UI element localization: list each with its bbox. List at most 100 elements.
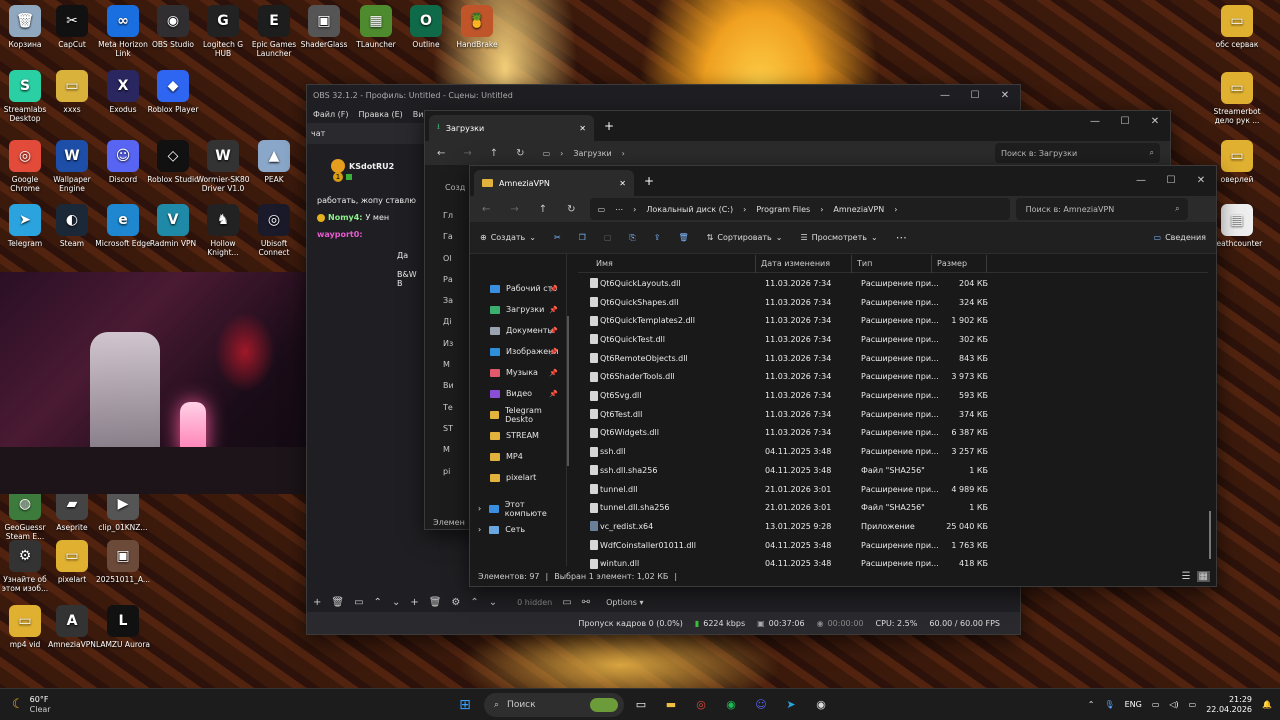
language-indicator[interactable]: ENG [1125, 700, 1142, 709]
add-source-icon[interactable]: + [410, 597, 418, 608]
col-type[interactable]: Тип [857, 259, 872, 268]
downloads-sidebar-item[interactable]: Га [443, 226, 454, 247]
start-icon[interactable]: ⊞ [454, 694, 476, 716]
desktop-icon-24[interactable]: ♞ Hollow Knight... [194, 204, 252, 257]
nav-item[interactable]: STREAM [470, 425, 566, 446]
source-up-icon[interactable]: ⌃ [470, 597, 478, 608]
forward-icon[interactable]: → [510, 204, 518, 215]
file-row[interactable]: Qt6QuickShapes.dll 11.03.2026 7:34 Расшире… [578, 293, 1208, 312]
nav-item[interactable]: Видео 📌 [470, 383, 566, 404]
gear-icon[interactable]: ⚙ [451, 597, 460, 608]
nav-item[interactable]: Рабочий сто 📌 [470, 278, 566, 299]
file-row[interactable]: Qt6Test.dll 11.03.2026 7:34 Расширение при… [578, 405, 1208, 424]
paste-icon[interactable]: ▢ [604, 233, 612, 242]
address-bar[interactable]: ▭ ⋯ › Локальный диск (C:) › Program Files › … [589, 198, 1010, 220]
file-row[interactable]: Qt6ShaderTools.dll 11.03.2026 7:34 Расшире… [578, 368, 1208, 387]
desktop-icon-35[interactable]: ▭ обс сервак [1208, 5, 1266, 49]
file-row[interactable]: vc_redist.x64 13.01.2025 9:28 Приложение 25… [578, 517, 1208, 536]
downloads-sidebar-item[interactable]: Те [443, 397, 454, 418]
filter-icon[interactable]: ▭ [354, 597, 363, 608]
desktop-icon-33[interactable]: A AmneziaVPN [43, 605, 101, 649]
menu-file[interactable]: Файл (F) [313, 110, 349, 119]
refresh-icon[interactable]: ↻ [567, 204, 575, 215]
file-row[interactable]: Qt6QuickTest.dll 11.03.2026 7:34 Расширени… [578, 330, 1208, 349]
back-icon[interactable]: ← [437, 148, 445, 159]
desktop-icon-28[interactable]: ▶ clip_01KNZ... [94, 488, 152, 532]
telegram-icon[interactable]: ➤ [780, 694, 802, 716]
nav-scrollbar[interactable] [567, 316, 569, 466]
nav-item[interactable]: Изображени 📌 [470, 341, 566, 362]
refresh-icon[interactable]: ↻ [516, 148, 524, 159]
desktop-icon-8[interactable]: O Outline [397, 5, 455, 49]
file-row[interactable]: WdfCoinstaller01011.dll 04.11.2025 3:48 Ра… [578, 536, 1208, 555]
pin-icon[interactable]: 📌 [549, 285, 558, 293]
maximize-icon[interactable]: ☐ [1110, 111, 1140, 131]
spotify-icon[interactable]: ◉ [720, 694, 742, 716]
remove-source-icon[interactable]: 🗑 [429, 597, 442, 608]
explorer-search[interactable]: Поиск в: AmneziaVPN ⌕ [1015, 198, 1188, 220]
new-tab-icon[interactable]: + [604, 119, 614, 133]
file-row[interactable]: Qt6RemoteObjects.dll 11.03.2026 7:34 Расши… [578, 349, 1208, 368]
obs-icon[interactable]: ◉ [810, 694, 832, 716]
chevron-right-icon[interactable]: › [478, 504, 481, 513]
desktop-icon-30[interactable]: ▭ pixelart [43, 540, 101, 584]
add-scene-icon[interactable]: + [313, 597, 321, 608]
taskbar-search[interactable]: ⌕ Поиск [484, 692, 624, 717]
file-row[interactable]: ssh.dll.sha256 04.11.2025 3:48 Файл "SHA25… [578, 461, 1208, 480]
up-icon[interactable]: ⌃ [374, 597, 382, 608]
desktop-icon-9[interactable]: 🍍 HandBrake [448, 5, 506, 49]
desktop-icon-13[interactable]: ◆ Roblox Player [144, 70, 202, 114]
desktop-icon-19[interactable]: ▲ PEAK [245, 140, 303, 184]
create-partial[interactable]: Созд [445, 177, 471, 198]
chrome-icon[interactable]: ◎ [690, 694, 712, 716]
file-scrollbar[interactable] [1209, 511, 1211, 559]
create-button[interactable]: ⊕ Создать ⌄ [480, 233, 536, 242]
col-size[interactable]: Размер [937, 259, 967, 268]
desktop-icon-27[interactable]: ▰ Aseprite [43, 488, 101, 532]
nav-item[interactable]: Музыка 📌 [470, 362, 566, 383]
obs-titlebar[interactable]: OBS 32.1.2 - Профиль: Untitled - Сцены: … [307, 85, 1020, 106]
desktop-icon-31[interactable]: ▣ 20251011_A... [94, 540, 152, 584]
cut-icon[interactable]: ✂ [554, 233, 561, 242]
col-name[interactable]: Имя [596, 259, 613, 268]
pin-icon[interactable]: 📌 [549, 327, 558, 335]
nav-item[interactable]: pixelart [470, 467, 566, 488]
task-view-icon[interactable]: ▭ [630, 694, 652, 716]
down-icon[interactable]: ⌄ [392, 597, 400, 608]
pin-icon[interactable]: 📌 [549, 390, 558, 398]
breadcrumb-program-files[interactable]: Program Files [756, 205, 810, 214]
menu-edit[interactable]: Правка (E) [359, 110, 403, 119]
tab-close-icon[interactable]: ✕ [579, 124, 586, 133]
notification-icon[interactable]: 🔔 [1262, 700, 1272, 709]
downloads-sidebar-item[interactable]: М [443, 354, 454, 375]
file-row[interactable]: ssh.dll 04.11.2025 3:48 Расширение при... 3… [578, 442, 1208, 461]
breadcrumb-c[interactable]: Локальный диск (C:) [646, 205, 733, 214]
breadcrumb-amneziavpn[interactable]: AmneziaVPN [833, 205, 884, 214]
desktop-icon-36[interactable]: ▭ Streamerbot дело рук ... [1208, 72, 1266, 125]
downloads-sidebar-item[interactable]: ST [443, 418, 454, 439]
desktop-icon-6[interactable]: ▣ ShaderGlass [295, 5, 353, 49]
tab-close-icon[interactable]: ✕ [619, 179, 626, 188]
options-button[interactable]: Options ▾ [600, 596, 649, 609]
downloads-sidebar-item[interactable]: Ді [443, 311, 454, 332]
nav-item[interactable]: Загрузки 📌 [470, 299, 566, 320]
nav-item[interactable]: › Этот компьюте [470, 498, 566, 519]
microphone-icon[interactable]: 🎙 [1104, 700, 1114, 709]
weather-widget[interactable]: ☾ 60°F Clear [0, 695, 150, 715]
delete-icon[interactable]: 🗑 [679, 233, 689, 242]
downloads-tab[interactable]: ⭳ Загрузки ✕ [429, 115, 594, 141]
downloads-sidebar-item[interactable]: Гл [443, 205, 454, 226]
file-explorer-icon[interactable]: ▬ [660, 694, 682, 716]
mixer-icon[interactable]: ▭ [562, 597, 571, 608]
pin-icon[interactable]: 📌 [549, 348, 558, 356]
explorer-tab[interactable]: AmneziaVPN ✕ [474, 170, 634, 196]
nav-item[interactable]: MP4 [470, 446, 566, 467]
battery-icon[interactable]: ▭ [1189, 700, 1197, 709]
link-icon[interactable]: ⚯ [582, 597, 590, 608]
downloads-sidebar-item[interactable]: Из [443, 333, 454, 354]
details-view-icon[interactable]: ☰ [1182, 571, 1191, 582]
downloads-sidebar-item[interactable]: За [443, 290, 454, 311]
pin-icon[interactable]: 📌 [549, 369, 558, 377]
pin-icon[interactable]: 📌 [549, 306, 558, 314]
desktop-icon-25[interactable]: ◎ Ubisoft Connect [245, 204, 303, 257]
